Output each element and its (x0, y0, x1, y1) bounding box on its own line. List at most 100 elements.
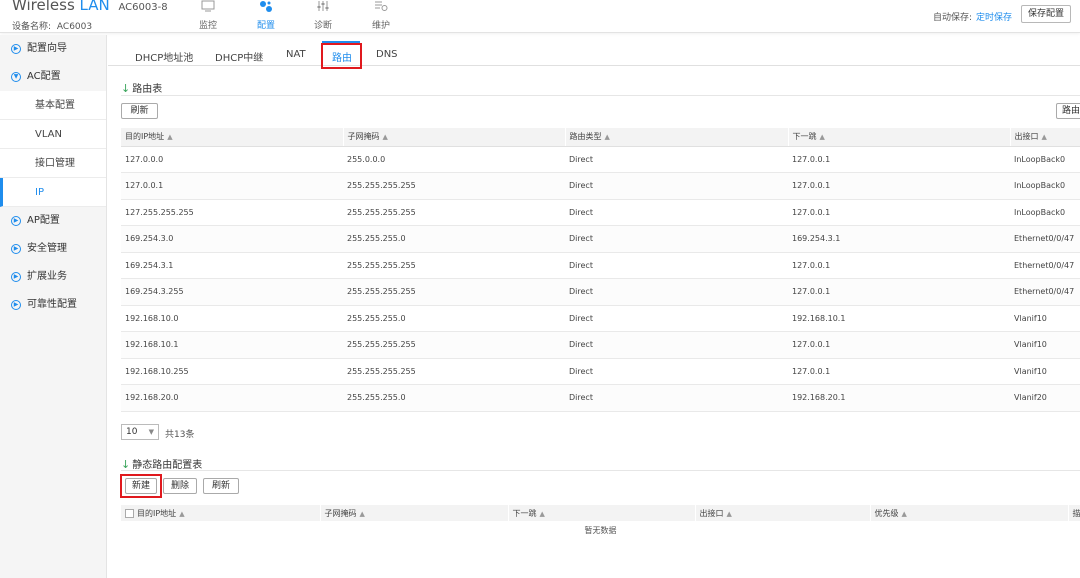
empty-row: 暂无数据 (121, 521, 1080, 539)
sidebar-item-security[interactable]: ▶ 安全管理 (0, 235, 106, 263)
nav-maintain[interactable]: 维护 (360, 0, 402, 33)
col-description[interactable]: 描 (1068, 505, 1080, 521)
delete-button[interactable]: 删除 (163, 478, 197, 494)
table-cell: 255.255.255.255 (343, 278, 565, 306)
brand-lan: LAN (79, 0, 110, 14)
col-dest-ip[interactable]: 目的IP地址 ▲ (121, 128, 344, 147)
total-count: 共13条 (165, 430, 195, 440)
table-row[interactable]: 127.0.0.1 255.255.255.255 Direct 127.0.0.1 I… (121, 172, 1080, 200)
sort-icon: ▲ (819, 133, 825, 142)
table-cell: 127.0.0.1 (788, 278, 1010, 306)
brand-logo: Wireless LAN AC6003-8 (12, 0, 168, 14)
table-row[interactable]: 192.168.10.255 255.255.255.255 Direct 127.0… (121, 358, 1080, 385)
table-cell: Ethernet0/0/47 (1010, 252, 1080, 279)
col-subnet-mask[interactable]: 子网掩码 ▲ (320, 505, 509, 521)
sidebar-item-label: AC配置 (27, 71, 61, 82)
table-row[interactable]: 192.168.20.0 255.255.255.0 Direct 192.168.2… (121, 384, 1080, 412)
sidebar-sub-basic[interactable]: 基本配置 (0, 91, 106, 120)
sidebar-item-ac-config[interactable]: ▼ AC配置 (0, 63, 106, 91)
table-cell: 255.255.255.255 (343, 331, 565, 359)
table-cell: 192.168.20.0 (121, 384, 343, 412)
col-route-type[interactable]: 路由类型 ▲ (565, 128, 789, 147)
col-out-interface[interactable]: 出接口 ▲ (695, 505, 871, 521)
device-info: 设备名称: AC6003 (12, 19, 92, 32)
select-all-checkbox[interactable] (125, 508, 134, 518)
route-table: 目的IP地址 ▲ 子网掩码 ▲ 路由类型 ▲ 下一跳 ▲ 出接口 ▲ 127.0.0.0 2… (121, 128, 1080, 412)
table-cell: 255.0.0.0 (343, 146, 565, 173)
sidebar-item-wizard[interactable]: ▶ 配置向导 (0, 35, 106, 63)
col-priority[interactable]: 优先级 ▲ (870, 505, 1069, 521)
sidebar-item-reliability[interactable]: ▶ 可靠性配置 (0, 291, 106, 319)
static-route-header: 目的IP地址 ▲ 子网掩码 ▲ 下一跳 ▲ 出接口 ▲ 优先级 ▲ 描 (121, 505, 1080, 521)
diagnose-icon (302, 0, 344, 18)
table-row[interactable]: 127.255.255.255 255.255.255.255 Direct 127.… (121, 199, 1080, 226)
empty-message: 暂无数据 (584, 525, 617, 535)
refresh-button[interactable]: 刷新 (121, 103, 158, 119)
table-cell: InLoopBack0 (1010, 172, 1080, 200)
col-out-interface[interactable]: 出接口 ▲ (1010, 128, 1080, 147)
table-cell: 192.168.10.0 (121, 305, 343, 332)
col-label: 下一跳 (512, 508, 537, 518)
table-cell: Direct (565, 331, 788, 359)
col-label: 优先级 (874, 508, 899, 518)
table-cell: Direct (565, 358, 788, 385)
chevron-down-icon: ▼ (148, 428, 154, 436)
route-table-title: ↓ 路由表 (121, 80, 162, 95)
sidebar-item-label: 扩展业务 (27, 271, 67, 282)
refresh-static-button[interactable]: 刷新 (203, 478, 239, 494)
autosave-link[interactable]: 定时保存 (976, 13, 1012, 23)
table-cell: 169.254.3.255 (121, 278, 343, 306)
table-row[interactable]: 169.254.3.1 255.255.255.255 Direct 127.0.0.… (121, 252, 1080, 279)
table-cell: Direct (565, 172, 788, 200)
static-route-title: ↓ 静态路由配置表 (121, 456, 202, 471)
sidebar-sub-interface[interactable]: 接口管理 (0, 149, 106, 178)
section-arrow-icon: ↓ (121, 82, 131, 95)
page-size-select[interactable]: 10 ▼ (121, 424, 159, 440)
expand-arrow-icon: ▶ (11, 300, 21, 310)
table-cell: Direct (565, 305, 788, 332)
sidebar-item-ap-config[interactable]: ▶ AP配置 (0, 207, 106, 235)
model-name: AC6003-8 (118, 2, 168, 13)
table-cell: 255.255.255.255 (343, 172, 565, 200)
tab-dns[interactable]: DNS (376, 49, 398, 60)
tab-dhcp-pool[interactable]: DHCP地址池 (135, 49, 193, 64)
col-label: 子网掩码 (324, 508, 357, 518)
col-label: 目的IP地址 (125, 132, 165, 142)
tab-nat[interactable]: NAT (286, 49, 306, 60)
sidebar-item-extension[interactable]: ▶ 扩展业务 (0, 263, 106, 291)
table-cell: Direct (565, 252, 788, 279)
nav-config[interactable]: 配置 (245, 0, 287, 33)
save-config-button[interactable]: 保存配置 (1021, 5, 1071, 23)
table-row[interactable]: 127.0.0.0 255.0.0.0 Direct 127.0.0.1 InLoopB… (121, 146, 1080, 173)
monitor-icon (187, 0, 229, 18)
config-gear-icon (245, 0, 287, 18)
sidebar-sub-ip[interactable]: IP (0, 178, 106, 207)
autosave-info: 自动保存: 定时保存 (933, 10, 1012, 23)
sort-icon: ▲ (167, 133, 173, 142)
expand-arrow-icon: ▶ (11, 244, 21, 254)
table-cell: Ethernet0/0/47 (1010, 278, 1080, 306)
tab-bar: DHCP地址池 DHCP中继 NAT 路由 DNS (108, 44, 1080, 66)
table-cell: 192.168.10.1 (121, 331, 343, 359)
col-label: 出接口 (1014, 132, 1039, 142)
table-row[interactable]: 192.168.10.1 255.255.255.255 Direct 127.0.0… (121, 331, 1080, 359)
table-cell: 127.0.0.1 (788, 252, 1010, 279)
highlight-box-route-tab (321, 43, 362, 69)
table-cell: InLoopBack0 (1010, 146, 1080, 173)
col-subnet-mask[interactable]: 子网掩码 ▲ (343, 128, 566, 147)
table-cell: Direct (565, 278, 788, 306)
table-cell: Direct (565, 384, 788, 412)
col-label: 目的IP地址 (137, 508, 177, 518)
col-next-hop[interactable]: 下一跳 ▲ (788, 128, 1011, 147)
sidebar-sub-vlan[interactable]: VLAN (0, 120, 106, 149)
col-next-hop[interactable]: 下一跳 ▲ (508, 505, 696, 521)
table-row[interactable]: 169.254.3.255 255.255.255.255 Direct 127.0.… (121, 278, 1080, 306)
table-row[interactable]: 192.168.10.0 255.255.255.0 Direct 192.168.1… (121, 305, 1080, 332)
route-action-button[interactable]: 路由 (1056, 103, 1080, 119)
nav-monitor[interactable]: 监控 (187, 0, 229, 33)
tab-dhcp-relay[interactable]: DHCP中继 (215, 49, 263, 64)
nav-diagnose[interactable]: 诊断 (302, 0, 344, 33)
col-label: 子网掩码 (347, 132, 380, 142)
col-dest-ip[interactable]: 目的IP地址 ▲ (121, 505, 321, 521)
table-row[interactable]: 169.254.3.0 255.255.255.0 Direct 169.254.3.… (121, 225, 1080, 253)
